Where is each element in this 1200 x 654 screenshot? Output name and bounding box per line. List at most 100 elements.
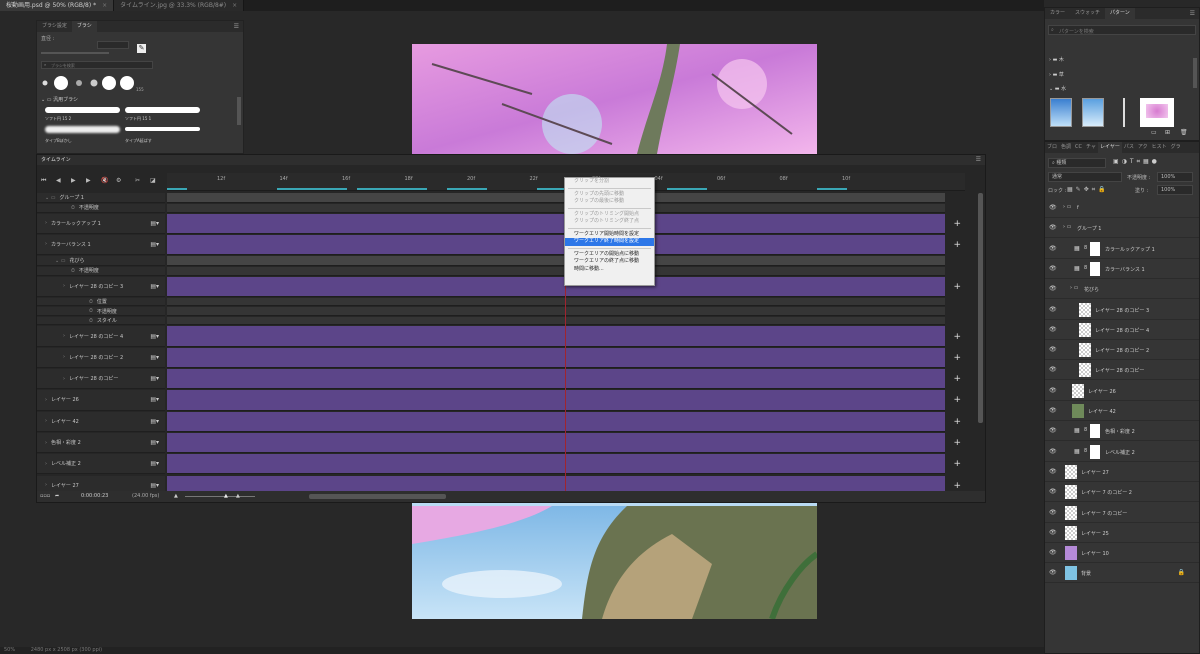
pattern-thumbnail[interactable] (1123, 98, 1125, 127)
zoom-out-icon[interactable]: ▲ (174, 491, 178, 502)
layer-row[interactable]: 👁 レイヤー 27 (1045, 462, 1199, 482)
add-media-icon[interactable]: + (953, 459, 961, 469)
film-icon[interactable]: ▤▾ (150, 375, 159, 382)
new-pattern-icon[interactable]: ⊞ (1165, 129, 1170, 136)
chevron-right-icon[interactable]: › (45, 397, 47, 403)
row-label[interactable]: › レイヤー 28 のコピー ▤▾ (37, 369, 165, 390)
tab-7[interactable]: ヒスト (1150, 142, 1169, 153)
stopwatch-icon[interactable]: ⏱ (89, 299, 93, 305)
prev-frame-icon[interactable]: ◀ (56, 177, 61, 184)
layer-row[interactable]: 👁 レイヤー 10 (1045, 543, 1199, 564)
timeline-row[interactable]: ⏱ スタイル (37, 316, 967, 326)
timeline-scrollbar[interactable] (978, 193, 983, 423)
tab-8[interactable]: グラ (1169, 142, 1183, 153)
doc-tab-timeline[interactable]: タイムライン.jpg @ 33.3% (RGB/8#) × (114, 0, 245, 11)
eye-icon[interactable]: 👁 (1049, 306, 1057, 313)
timeline-clip[interactable] (167, 193, 945, 203)
timeline-clip[interactable] (167, 234, 945, 256)
timeline-row[interactable]: › カラーバランス 1 ▤▾ + (37, 234, 967, 256)
film-icon[interactable]: ▤▾ (150, 482, 159, 489)
layer-row[interactable]: 👁 レイヤー 28 のコピー 4 (1045, 320, 1199, 340)
film-icon[interactable]: ▤▾ (150, 283, 159, 290)
brush-name[interactable]: タイプBぼかし (45, 138, 72, 144)
timeline-row[interactable]: › カラールックアップ 1 ▤▾ + (37, 213, 967, 234)
size-field[interactable] (97, 41, 129, 49)
add-media-icon[interactable]: + (953, 481, 961, 491)
tab-4[interactable]: レイヤー (1097, 142, 1122, 153)
timeline-clip[interactable] (167, 432, 945, 454)
layer-row[interactable]: 👁 ▦ 8 カラールックアップ 1 (1045, 239, 1199, 259)
panel-menu-icon[interactable]: ☰ (1190, 10, 1195, 17)
eye-icon[interactable]: 👁 (1049, 346, 1057, 353)
filter-kind-select[interactable]: ⌕ 種類 (1048, 158, 1106, 168)
layer-row[interactable]: 👁 レイヤー 25 (1045, 523, 1199, 543)
row-label[interactable]: ⏱ 不透明度 (37, 204, 165, 213)
panel-menu-icon[interactable]: ☰ (976, 155, 981, 165)
first-frame-icon[interactable]: ⏮ (41, 177, 46, 185)
timeline-row[interactable]: › レベル補正 2 ▤▾ + (37, 454, 967, 475)
layer-row[interactable]: 👁 ▦ 8 レベル補正 2 (1045, 442, 1199, 462)
add-media-icon[interactable]: + (953, 395, 961, 405)
eye-icon[interactable]: 👁 (1049, 427, 1057, 434)
layer-thumbnail[interactable] (1079, 322, 1091, 337)
row-label[interactable]: › レイヤー 26 ▤▾ (37, 390, 165, 411)
timeline-clip[interactable] (167, 307, 945, 316)
timeline-row[interactable]: › レイヤー 28 のコピー 4 ▤▾ + (37, 326, 967, 347)
layer-thumbnail[interactable] (1079, 343, 1091, 358)
lock-icons[interactable]: ▦✎✥⌗🔒 (1067, 186, 1109, 194)
timeline-clip[interactable] (167, 411, 945, 432)
tab-patterns[interactable]: パターン (1105, 8, 1135, 19)
trash-icon[interactable]: 🗑 (1180, 129, 1188, 136)
blend-mode-select[interactable]: 通常 (1048, 172, 1122, 182)
layer-row[interactable]: 👁 レイヤー 42 (1045, 401, 1199, 421)
row-label[interactable]: › レイヤー 42 ▤▾ (37, 411, 165, 432)
eye-icon[interactable]: 👁 (1049, 265, 1057, 272)
eye-icon[interactable]: 👁 (1049, 204, 1057, 211)
pattern-search-input[interactable]: ⌕ パターンを検索 (1048, 25, 1196, 35)
film-icon[interactable]: ▤▾ (150, 220, 159, 227)
timeline-row[interactable]: ⏱ 不透明度 (37, 307, 967, 316)
tab-0[interactable]: ブロ (1045, 142, 1059, 153)
tab-1[interactable]: 色調 (1059, 142, 1073, 153)
add-media-icon[interactable]: + (953, 353, 961, 363)
layer-mask-thumbnail[interactable] (1090, 241, 1100, 256)
timeline-clip[interactable] (167, 297, 945, 307)
timeline-row[interactable]: ⏱ 不透明度 (37, 267, 967, 276)
next-frame-icon[interactable]: ▶ (86, 177, 91, 184)
layer-thumbnail[interactable] (1072, 404, 1084, 418)
row-label[interactable]: › レイヤー 28 のコピー 2 ▤▾ (37, 347, 165, 368)
stopwatch-icon[interactable]: ⏱ (71, 205, 75, 211)
render-icon[interactable]: ➦ (55, 491, 59, 502)
add-media-icon[interactable]: + (953, 219, 961, 229)
layer-thumbnail[interactable] (1079, 363, 1091, 378)
brush-name[interactable]: ソフト円 15 1 (125, 116, 151, 122)
add-media-icon[interactable]: + (953, 282, 961, 292)
layer-thumbnail[interactable] (1065, 566, 1077, 581)
brush-name[interactable]: タイプA延ばす (125, 138, 152, 144)
layer-row[interactable]: 👁 レイヤー 7 のコピー (1045, 503, 1199, 523)
eye-icon[interactable]: 👁 (1049, 509, 1057, 516)
size-slider[interactable] (41, 52, 109, 54)
pattern-folder[interactable]: ⌄ ▬ 水 (1049, 85, 1066, 92)
layer-thumbnail[interactable] (1072, 383, 1084, 398)
brush-name[interactable]: ソフト円 15 2 (45, 116, 71, 122)
eye-icon[interactable]: 👁 (1049, 569, 1057, 576)
pattern-thumbnail[interactable] (1140, 98, 1174, 127)
row-label[interactable]: › カラーバランス 1 ▤▾ (37, 234, 165, 256)
layer-row[interactable]: 👁 › ▭ f (1045, 198, 1199, 218)
brush-search-input[interactable]: ⌕ ブラシを検索 (41, 61, 153, 69)
play-icon[interactable]: ▶ (71, 177, 76, 184)
layer-mask-thumbnail[interactable] (1090, 261, 1100, 276)
timeline-clip[interactable] (167, 347, 945, 368)
timeline-row[interactable]: ⏱ 不透明度 (37, 204, 967, 213)
chevron-down-icon[interactable]: ⌄ ▭ (55, 258, 66, 264)
timeline-row[interactable]: ⌄ ▭ グループ 1 (37, 193, 967, 203)
panel-menu-icon[interactable]: ☰ (234, 23, 239, 30)
eye-icon[interactable]: 👁 (1049, 468, 1057, 475)
timeline-clip[interactable] (167, 213, 945, 234)
eye-icon[interactable]: 👁 (1049, 549, 1057, 556)
layer-mask-thumbnail[interactable] (1090, 424, 1100, 439)
film-icon[interactable]: ▤▾ (150, 333, 159, 340)
menu-item[interactable]: ワークエリア開始時間を設定 (565, 231, 654, 239)
stopwatch-icon[interactable]: ⏱ (89, 318, 93, 324)
